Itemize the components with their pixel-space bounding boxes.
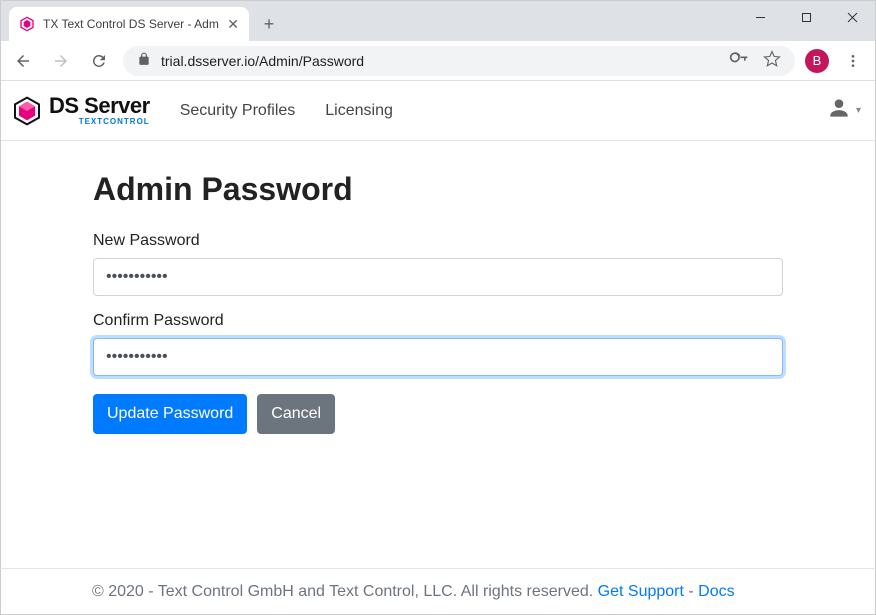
- logo[interactable]: DS Server TEXTCONTROL: [11, 95, 150, 127]
- nav-licensing[interactable]: Licensing: [325, 102, 393, 120]
- back-button[interactable]: [9, 47, 37, 75]
- url-text: trial.dsserver.io/Admin/Password: [161, 53, 719, 69]
- new-password-input[interactable]: [93, 258, 783, 296]
- logo-text-main: DS Server: [49, 95, 150, 117]
- profile-avatar[interactable]: B: [805, 49, 829, 73]
- footer-copyright: © 2020 - Text Control GmbH and Text Cont…: [92, 583, 598, 600]
- maximize-button[interactable]: [783, 1, 829, 33]
- footer-support-link[interactable]: Get Support: [598, 583, 684, 600]
- nav-links: Security Profiles Licensing: [180, 102, 393, 120]
- star-icon[interactable]: [763, 50, 781, 71]
- confirm-password-group: Confirm Password: [93, 312, 783, 376]
- app-header: DS Server TEXTCONTROL Security Profiles …: [1, 81, 875, 141]
- address-bar[interactable]: trial.dsserver.io/Admin/Password: [123, 46, 795, 76]
- forward-button[interactable]: [47, 47, 75, 75]
- key-icon[interactable]: [729, 49, 749, 72]
- browser-tab[interactable]: TX Text Control DS Server - Adm ✕: [9, 7, 249, 41]
- confirm-password-input[interactable]: [93, 338, 783, 376]
- logo-icon: [11, 95, 43, 127]
- window-controls: [737, 1, 875, 33]
- button-row: Update Password Cancel: [93, 394, 783, 434]
- confirm-password-label: Confirm Password: [93, 312, 783, 330]
- lock-icon: [137, 52, 151, 69]
- new-password-label: New Password: [93, 232, 783, 250]
- reload-button[interactable]: [85, 47, 113, 75]
- favicon-icon: [19, 16, 35, 32]
- main-content: Admin Password New Password Confirm Pass…: [1, 141, 875, 434]
- chevron-down-icon: ▾: [856, 105, 861, 116]
- user-menu[interactable]: ▾: [826, 95, 861, 126]
- nav-security-profiles[interactable]: Security Profiles: [180, 102, 296, 120]
- tab-close-icon[interactable]: ✕: [227, 16, 239, 33]
- close-window-button[interactable]: [829, 1, 875, 33]
- footer-docs-link[interactable]: Docs: [698, 583, 734, 600]
- menu-button[interactable]: [839, 53, 867, 69]
- logo-text-sub: TEXTCONTROL: [49, 117, 150, 126]
- update-password-button[interactable]: Update Password: [93, 394, 247, 434]
- new-password-group: New Password: [93, 232, 783, 296]
- browser-toolbar: trial.dsserver.io/Admin/Password B: [1, 41, 875, 81]
- browser-tab-strip: TX Text Control DS Server - Adm ✕ +: [1, 1, 875, 41]
- minimize-button[interactable]: [737, 1, 783, 33]
- tab-title: TX Text Control DS Server - Adm: [43, 17, 219, 31]
- user-icon: [826, 95, 852, 126]
- footer: © 2020 - Text Control GmbH and Text Cont…: [0, 568, 876, 601]
- new-tab-button[interactable]: +: [255, 10, 283, 38]
- footer-separator: -: [688, 583, 698, 600]
- page-title: Admin Password: [93, 171, 783, 208]
- cancel-button[interactable]: Cancel: [257, 394, 335, 434]
